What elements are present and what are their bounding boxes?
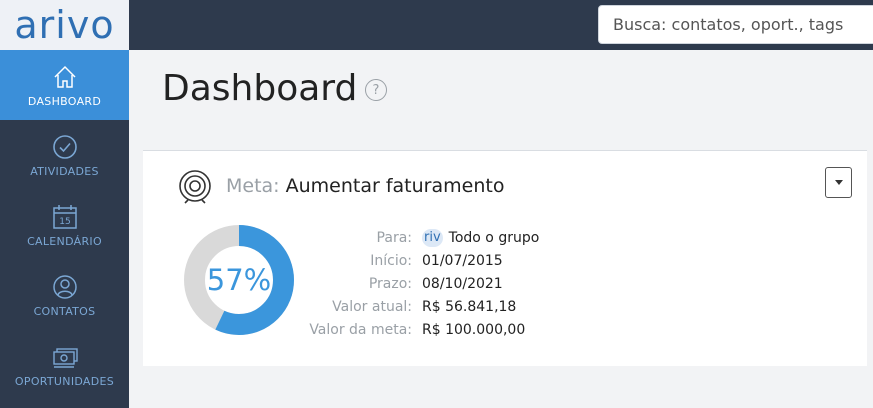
sidebar-item-label: CALENDÁRIO bbox=[27, 234, 102, 248]
user-icon bbox=[52, 274, 77, 299]
goal-progress-percent: 57% bbox=[206, 263, 272, 297]
money-icon bbox=[52, 347, 78, 368]
goal-options-dropdown-button[interactable] bbox=[825, 167, 852, 198]
detail-value: 01/07/2015 bbox=[422, 252, 503, 269]
sidebar-item-oportunidades[interactable]: OPORTUNIDADES bbox=[0, 330, 129, 400]
goal-detail-row-valor-meta: Valor da meta: R$ 100.000,00 bbox=[290, 318, 539, 341]
detail-value: riv Todo o grupo bbox=[422, 228, 540, 247]
sidebar-item-label: CONTATOS bbox=[33, 304, 96, 318]
detail-label: Valor atual: bbox=[332, 298, 412, 315]
sidebar-item-label: DASHBOARD bbox=[27, 94, 102, 108]
goal-name: Aumentar faturamento bbox=[285, 175, 505, 197]
target-icon bbox=[179, 170, 211, 204]
sidebar-item-contatos[interactable]: CONTATOS bbox=[0, 260, 129, 330]
detail-value: R$ 56.841,18 bbox=[422, 298, 517, 315]
caret-down-icon bbox=[834, 179, 843, 185]
goal-title: Meta: Aumentar faturamento bbox=[226, 175, 504, 197]
detail-value: 08/10/2021 bbox=[422, 275, 503, 292]
sidebar-item-dashboard[interactable]: DASHBOARD bbox=[0, 50, 129, 120]
detail-label: Para: bbox=[376, 229, 412, 246]
group-avatar: riv bbox=[422, 228, 443, 247]
goal-detail-row-inicio: Início: 01/07/2015 bbox=[290, 249, 539, 272]
sidebar-item-label: OPORTUNIDADES bbox=[14, 374, 115, 388]
sidebar-item-atividades[interactable]: ATIVIDADES bbox=[0, 120, 129, 190]
goal-details: Para: riv Todo o grupo Início: 01/07/201… bbox=[290, 226, 539, 341]
page-title: Dashboard bbox=[162, 68, 358, 109]
detail-value: R$ 100.000,00 bbox=[422, 321, 526, 338]
app-logo[interactable]: arivo bbox=[0, 0, 129, 50]
goal-meta-label: Meta: bbox=[226, 175, 280, 197]
sidebar-item-calendario[interactable]: 15 CALENDÁRIO bbox=[0, 190, 129, 260]
goal-detail-row-valor-atual: Valor atual: R$ 56.841,18 bbox=[290, 295, 539, 318]
sidebar-item-label: ATIVIDADES bbox=[30, 164, 99, 178]
calendar-icon: 15 bbox=[52, 204, 77, 229]
goal-detail-row-para: Para: riv Todo o grupo bbox=[290, 226, 539, 249]
top-bar bbox=[129, 0, 873, 50]
sidebar: arivo DASHBOARD ATIVIDADES 15 CALENDÁRIO bbox=[0, 0, 129, 408]
detail-label: Valor da meta: bbox=[309, 321, 412, 338]
help-icon[interactable]: ? bbox=[365, 79, 387, 101]
detail-label: Prazo: bbox=[368, 275, 412, 292]
search-input[interactable] bbox=[598, 5, 873, 44]
app-logo-text: arivo bbox=[14, 3, 115, 47]
calendar-day: 15 bbox=[59, 217, 70, 227]
goal-detail-row-prazo: Prazo: 08/10/2021 bbox=[290, 272, 539, 295]
detail-value-text: Todo o grupo bbox=[448, 229, 540, 246]
check-circle-icon bbox=[52, 134, 77, 159]
detail-label: Início: bbox=[370, 252, 412, 269]
home-icon bbox=[53, 65, 76, 88]
